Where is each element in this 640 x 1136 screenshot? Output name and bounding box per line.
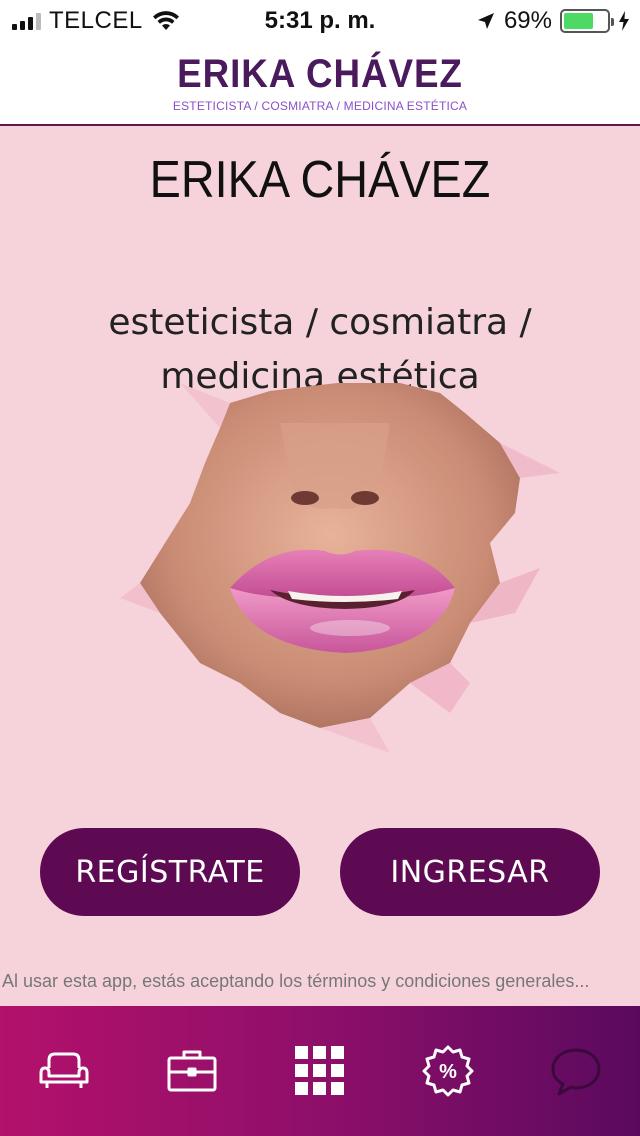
location-arrow-icon [477,13,494,29]
tab-business[interactable] [128,1006,256,1136]
brand-tagline: ESTETICISTA / COSMIATRA / MEDICINA ESTÉT… [172,99,468,113]
svg-text:%: % [439,1061,457,1083]
tab-promotions[interactable]: % [384,1006,512,1136]
status-bar: TELCEL 5:31 p. m. 69% [0,0,640,40]
tab-services[interactable] [0,1006,128,1136]
battery-fill [564,13,593,29]
main-content: ERIKA CHÁVEZ esteticista / cosmiatra / m… [0,128,640,1006]
register-button[interactable]: REGÍSTRATE [40,828,300,916]
page-title: ERIKA CHÁVEZ [149,151,491,209]
battery-icon [560,9,614,33]
sofa-icon [39,1052,89,1088]
subtitle-line-1: esteticista / cosmiatra / [108,302,532,343]
app-header: ERIKA CHÁVEZ ESTETICISTA / COSMIATRA / M… [0,40,640,126]
charging-bolt-icon [619,11,629,31]
bottom-tab-bar: % [0,1006,640,1136]
hero-lips-image [120,383,560,753]
battery-percent: 69% [503,7,552,34]
status-right: 69% [476,7,630,35]
tab-home-grid[interactable] [256,1006,384,1136]
chat-bubble-icon [551,1048,601,1096]
tab-chat[interactable] [512,1006,640,1136]
terms-link[interactable]: Al usar esta app, estás aceptando los té… [0,971,640,992]
discount-badge-icon: % [422,1045,474,1097]
login-button[interactable]: INGRESAR [340,828,600,916]
brand-logo-text: ERIKA CHÁVEZ [177,52,463,96]
grid-icon [295,1046,344,1095]
briefcase-icon [167,1050,217,1092]
